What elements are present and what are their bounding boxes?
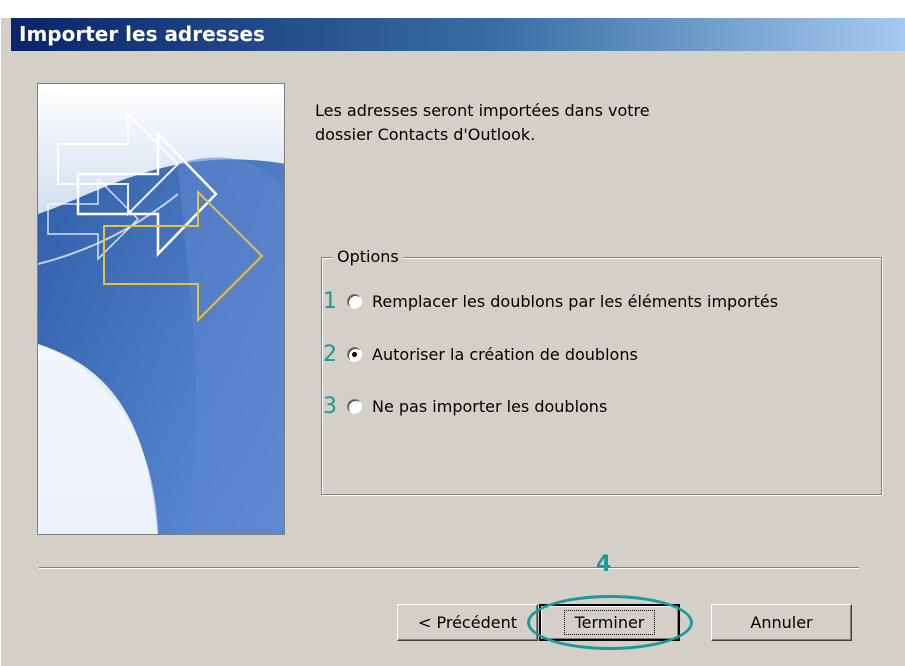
step-marker-2: 2 [323, 341, 337, 367]
radio-skip-duplicates[interactable] [347, 398, 362, 414]
option-skip-duplicates[interactable]: 3 Ne pas importer les doublons [323, 392, 607, 420]
import-dialog: Importer les adresses Les adresses seron… [0, 0, 905, 666]
wizard-graphic [37, 83, 285, 535]
back-button[interactable]: < Précédent [397, 604, 538, 641]
title-bar[interactable]: Importer les adresses [11, 18, 905, 51]
radio-replace-duplicates[interactable] [347, 293, 362, 309]
option-label-replace[interactable]: Remplacer les doublons par les éléments … [372, 292, 778, 311]
button-separator [39, 567, 859, 569]
radio-allow-duplicates[interactable] [347, 346, 362, 362]
step-marker-1: 1 [323, 288, 337, 314]
wizard-arrows-icon [38, 84, 284, 534]
option-label-skip[interactable]: Ne pas importer les doublons [372, 397, 607, 416]
step-marker-3: 3 [323, 393, 337, 419]
intro-text: Les adresses seront importées dans votre… [315, 101, 650, 144]
finish-highlight-ellipse [527, 595, 693, 650]
top-strip [1, 1, 905, 18]
option-label-allow[interactable]: Autoriser la création de doublons [372, 345, 638, 364]
dialog-title: Importer les adresses [19, 22, 265, 46]
cancel-button[interactable]: Annuler [711, 604, 852, 641]
options-legend: Options [333, 247, 403, 266]
step-marker-4: 4 [596, 552, 612, 577]
option-allow-duplicates[interactable]: 2 Autoriser la création de doublons [323, 340, 638, 368]
option-replace-duplicates[interactable]: 1 Remplacer les doublons par les élément… [323, 287, 778, 315]
